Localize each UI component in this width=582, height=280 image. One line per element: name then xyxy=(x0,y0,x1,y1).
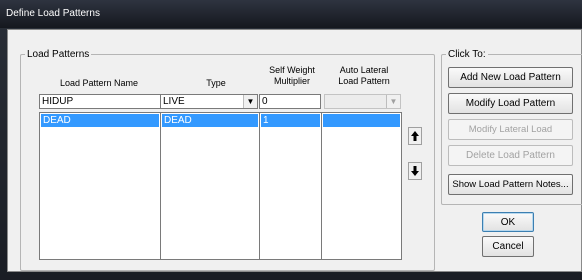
list-item[interactable] xyxy=(323,114,400,127)
arrow-up-icon xyxy=(411,131,419,141)
self-weight-input[interactable]: 0 xyxy=(259,94,321,109)
list-item[interactable]: DEAD xyxy=(162,114,258,127)
list-column-auto-lateral[interactable] xyxy=(321,112,402,260)
list-column-self-weight[interactable]: 1 xyxy=(259,112,322,260)
load-pattern-name-input[interactable]: HIDUP xyxy=(39,94,161,109)
col-header-type: Type xyxy=(206,78,226,88)
load-patterns-legend: Load Patterns xyxy=(27,49,90,60)
chevron-down-icon[interactable]: ▼ xyxy=(243,95,257,108)
type-combo-value: LIVE xyxy=(163,96,185,107)
type-combo[interactable]: LIVE ▼ xyxy=(160,94,258,109)
col-header-self-weight: Self Weight Multiplier xyxy=(269,65,315,86)
modify-load-pattern-button[interactable]: Modify Load Pattern xyxy=(448,93,573,114)
modify-lateral-load-pattern-button[interactable]: Modify Lateral Load Pattern... xyxy=(448,119,573,155)
col-header-name: Load Pattern Name xyxy=(59,78,139,88)
list-column-type[interactable]: DEAD xyxy=(160,112,260,260)
dialog-window: Define Load Patterns Load Patterns Load … xyxy=(0,0,582,280)
title-bar[interactable]: Define Load Patterns xyxy=(0,0,582,28)
arrow-down-icon xyxy=(411,166,419,176)
list-column-name[interactable]: DEAD xyxy=(39,112,161,260)
chevron-down-icon: ▼ xyxy=(386,95,400,108)
list-item[interactable]: 1 xyxy=(261,114,320,127)
cancel-button[interactable]: Cancel xyxy=(482,236,534,257)
show-load-pattern-notes-button[interactable]: Show Load Pattern Notes... xyxy=(448,174,573,195)
move-down-button[interactable] xyxy=(408,162,422,180)
list-item[interactable]: DEAD xyxy=(41,114,159,127)
add-new-load-pattern-button[interactable]: Add New Load Pattern xyxy=(448,67,573,88)
col-header-auto-lateral: Auto Lateral Load Pattern xyxy=(338,65,390,86)
ok-button[interactable]: OK xyxy=(482,212,534,232)
auto-lateral-combo: ▼ xyxy=(324,94,401,109)
move-up-button[interactable] xyxy=(408,127,422,145)
delete-load-pattern-button[interactable]: Delete Load Pattern xyxy=(448,145,573,166)
window-title: Define Load Patterns xyxy=(6,8,100,19)
dialog-body: Load Patterns Load Pattern Name Type Sel… xyxy=(7,29,582,272)
click-to-legend: Click To: xyxy=(448,49,486,60)
